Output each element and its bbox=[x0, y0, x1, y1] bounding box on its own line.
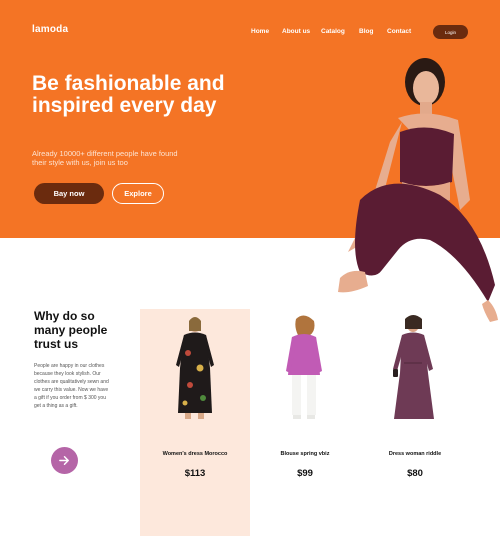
product-card-blouse[interactable]: Blouse spring vbiz $99 bbox=[250, 309, 360, 536]
product-image-morocco bbox=[176, 317, 214, 419]
brand-logo[interactable]: lamoda bbox=[32, 24, 68, 35]
hero-subtitle: Already 10000+ different people have fou… bbox=[32, 149, 178, 167]
product-card-riddle[interactable]: Dress woman riddle $80 bbox=[360, 309, 470, 536]
product-price: $80 bbox=[407, 468, 423, 479]
product-image-blouse bbox=[286, 315, 322, 419]
explore-button[interactable]: Explore bbox=[112, 183, 164, 204]
product-price: $99 bbox=[297, 468, 313, 479]
nav-about-us[interactable]: About us bbox=[282, 28, 310, 35]
login-button[interactable]: Login bbox=[433, 25, 468, 39]
product-name: Women's dress Morocco bbox=[162, 451, 228, 457]
product-name: Dress woman riddle bbox=[388, 451, 442, 457]
hero-model-image bbox=[338, 58, 498, 322]
nav-catalog[interactable]: Catalog bbox=[321, 28, 345, 35]
nav-home[interactable]: Home bbox=[251, 28, 269, 35]
nav-contact[interactable]: Contact bbox=[387, 28, 411, 35]
why-description: People are happy in our clothes because … bbox=[34, 363, 109, 409]
buy-now-button[interactable]: Bay now bbox=[34, 183, 104, 204]
arrow-right-icon bbox=[59, 456, 69, 465]
why-title: Why do so many people trust us bbox=[34, 309, 108, 351]
product-price: $113 bbox=[184, 468, 206, 479]
product-image-riddle bbox=[393, 315, 434, 419]
hero-title: Be fashionable and inspired every day bbox=[32, 72, 225, 117]
product-card-morocco[interactable]: Women's dress Morocco $113 bbox=[140, 309, 250, 536]
next-arrow-button[interactable] bbox=[51, 447, 78, 474]
product-name: Blouse spring vbiz bbox=[280, 451, 330, 457]
nav-blog[interactable]: Blog bbox=[359, 28, 373, 35]
